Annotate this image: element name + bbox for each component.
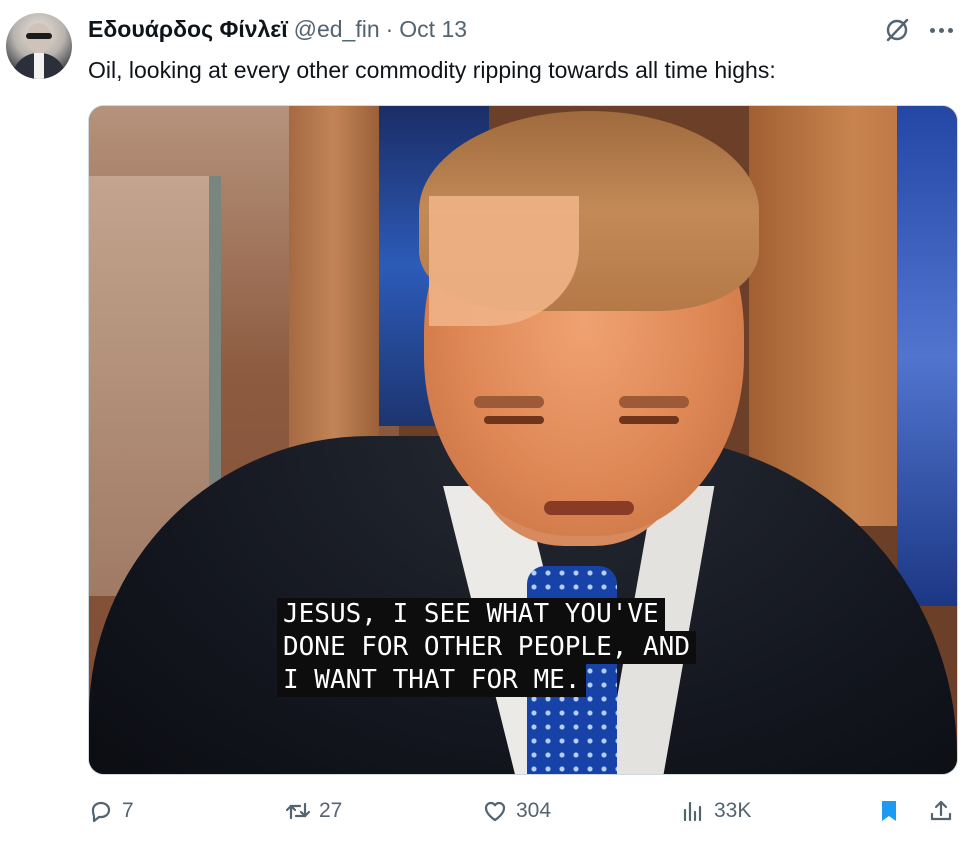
image-caption: JESUS, I SEE WHAT YOU'VE DONE FOR OTHER …: [277, 598, 696, 697]
like-count: 304: [516, 799, 552, 822]
tweet-media-image[interactable]: JESUS, I SEE WHAT YOU'VE DONE FOR OTHER …: [88, 105, 958, 775]
separator-dot: ·: [385, 15, 394, 42]
grok-icon[interactable]: [883, 16, 911, 44]
bookmark-icon: [882, 801, 896, 821]
avatar-shirt: [34, 53, 44, 79]
image-eye-left: [484, 416, 544, 424]
heart-icon: [484, 801, 506, 822]
display-name[interactable]: Εδουάρδος Φίνλεϊ: [88, 16, 288, 43]
caption-line: I WANT THAT FOR ME.: [277, 664, 587, 697]
tweet-text: Oil, looking at every other commodity ri…: [88, 57, 776, 83]
reply-count: 7: [122, 799, 134, 822]
repost-count: 27: [319, 799, 343, 822]
share-icon: [930, 800, 952, 821]
views-icon: [683, 801, 702, 822]
more-icon[interactable]: [924, 16, 958, 44]
caption-line: DONE FOR OTHER PEOPLE, AND: [277, 631, 696, 664]
image-eye-right: [619, 416, 679, 424]
views-count: 33K: [714, 799, 752, 822]
tweet-header: Εδουάρδος Φίνλεϊ @ed_fin · Oct 13: [88, 14, 467, 44]
reply-button[interactable]: 7: [88, 793, 134, 829]
reply-icon: [91, 801, 111, 823]
bookmark-button[interactable]: [876, 793, 902, 829]
avatar[interactable]: [6, 13, 72, 79]
tweet-date[interactable]: Oct 13: [399, 16, 467, 43]
avatar-glasses: [26, 33, 52, 39]
image-screen-right: [897, 106, 957, 606]
repost-icon: [285, 802, 311, 820]
image-mouth: [544, 501, 634, 515]
share-button[interactable]: [928, 793, 954, 829]
image-brow-left: [474, 396, 544, 408]
user-handle[interactable]: @ed_fin: [294, 16, 380, 43]
like-button[interactable]: 304: [482, 793, 551, 829]
views-button[interactable]: 33K: [680, 793, 751, 829]
caption-line: JESUS, I SEE WHAT YOU'VE: [277, 598, 665, 631]
image-brow-right: [619, 396, 689, 408]
repost-button[interactable]: 27: [285, 793, 342, 829]
action-bar: 7 27 304 33K: [0, 793, 978, 829]
